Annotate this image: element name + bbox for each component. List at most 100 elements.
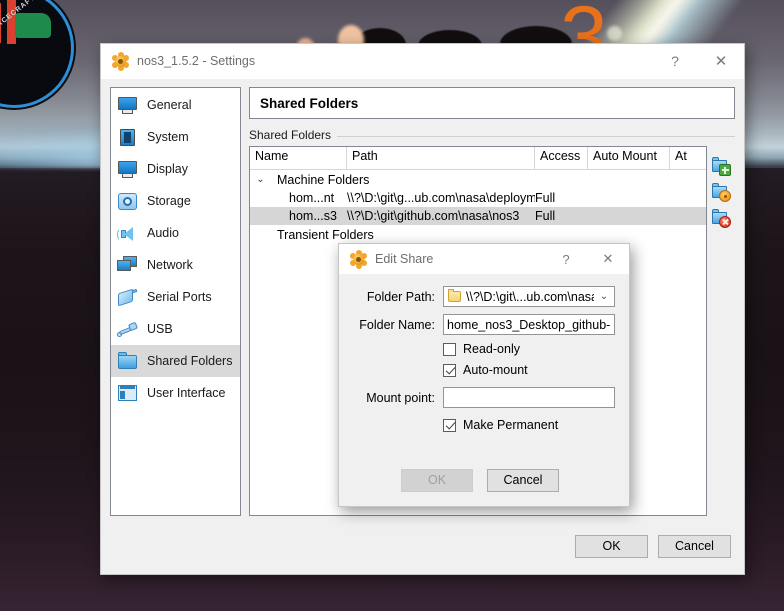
table-header-row: Name Path Access Auto Mount At xyxy=(250,147,706,170)
remove-badge-icon xyxy=(719,216,731,228)
mount-point-input[interactable] xyxy=(443,387,615,408)
display-icon xyxy=(117,160,138,179)
folder-icon xyxy=(117,351,138,371)
folder-name-row: Folder Name: xyxy=(353,314,615,335)
folder-path-value: \\?\D:\git\...ub.com\nasa\nos3 xyxy=(466,289,594,304)
sidebar-item-display[interactable]: Display xyxy=(111,153,240,185)
settings-titlebar[interactable]: nos3_1.5.2 - Settings ? ✕ xyxy=(101,44,744,79)
read-only-label: Read-only xyxy=(463,342,520,356)
edit-share-ok-button[interactable]: OK xyxy=(401,468,473,492)
sidebar-item-label: Shared Folders xyxy=(147,354,233,368)
auto-mount-row: Auto-mount xyxy=(353,363,615,377)
folder-name-label: Folder Name: xyxy=(359,317,435,332)
sidebar-item-label: Serial Ports xyxy=(147,290,212,304)
settings-footer: OK Cancel xyxy=(101,516,744,576)
settings-sidebar: General System Display Storage Audio Net… xyxy=(110,87,241,516)
make-permanent-checkbox[interactable] xyxy=(443,418,456,432)
table-group-label: Machine Folders xyxy=(277,172,370,187)
page-header: Shared Folders xyxy=(249,87,735,119)
yellow-folder-icon xyxy=(448,289,461,302)
edit-share-form: Folder Path: \\?\D:\git\...ub.com\nasa\n… xyxy=(339,274,629,432)
add-shared-folder-button[interactable] xyxy=(711,156,731,176)
settings-ok-button[interactable]: OK xyxy=(575,534,648,558)
remove-shared-folder-button[interactable] xyxy=(711,208,731,228)
edit-share-cancel-button[interactable]: Cancel xyxy=(487,468,559,492)
sidebar-item-label: USB xyxy=(147,322,173,336)
close-button[interactable]: ✕ xyxy=(587,244,629,274)
make-permanent-label: Make Permanent xyxy=(463,418,559,432)
dialog-title: Edit Share xyxy=(375,252,434,266)
cell-name: hom...s3 xyxy=(289,209,337,223)
sidebar-item-usb[interactable]: USB xyxy=(111,313,240,345)
sidebar-item-audio[interactable]: Audio xyxy=(111,217,240,249)
sidebar-item-serial-ports[interactable]: Serial Ports xyxy=(111,281,240,313)
gear-badge-icon xyxy=(719,190,731,202)
folder-path-row: Folder Path: \\?\D:\git\...ub.com\nasa\n… xyxy=(353,286,615,307)
plus-badge-icon xyxy=(719,164,731,176)
harddisk-icon xyxy=(117,192,138,211)
usb-icon xyxy=(117,320,139,339)
groupbox-label: Shared Folders xyxy=(249,128,338,142)
table-group-transient-folders[interactable]: Transient Folders xyxy=(250,225,706,244)
column-header-auto-mount[interactable]: Auto Mount xyxy=(588,147,670,169)
window-title: nos3_1.5.2 - Settings xyxy=(137,54,256,68)
table-group-label: Transient Folders xyxy=(277,227,374,242)
window-icon xyxy=(117,384,138,403)
sidebar-item-shared-folders[interactable]: Shared Folders xyxy=(111,345,240,377)
column-header-name[interactable]: Name xyxy=(250,147,347,169)
sidebar-item-label: Storage xyxy=(147,194,191,208)
auto-mount-checkbox[interactable] xyxy=(443,363,456,377)
sidebar-item-label: System xyxy=(147,130,189,144)
settings-cancel-button[interactable]: Cancel xyxy=(658,534,731,558)
sidebar-item-user-interface[interactable]: User Interface xyxy=(111,377,240,409)
read-only-row: Read-only xyxy=(353,342,615,356)
folder-path-combobox[interactable]: \\?\D:\git\...ub.com\nasa\nos3 ⌄ xyxy=(443,286,615,307)
cell-name: hom...nt xyxy=(289,191,335,205)
edit-share-dialog: Edit Share ? ✕ Folder Path: \\?\D:\git\.… xyxy=(338,243,630,507)
sidebar-item-general[interactable]: General xyxy=(111,89,240,121)
table-group-machine-folders[interactable]: ⌄ Machine Folders xyxy=(250,170,706,189)
chevron-down-icon[interactable]: ⌄ xyxy=(594,291,614,302)
table-row[interactable]: hom...nt \\?\D:\git\g...ub.com\nasa\depl… xyxy=(250,189,706,207)
cell-path: \\?\D:\git\g...ub.com\nasa\deployment xyxy=(347,191,535,205)
network-icon xyxy=(117,255,138,275)
close-button[interactable]: ✕ xyxy=(698,44,744,78)
cpu-icon xyxy=(117,128,138,147)
auto-mount-label: Auto-mount xyxy=(463,363,528,377)
column-header-access[interactable]: Access xyxy=(535,147,588,169)
mount-point-row: Mount point: xyxy=(353,387,615,408)
cell-access: Full xyxy=(535,191,556,205)
sidebar-item-label: Audio xyxy=(147,226,179,240)
monitor-icon xyxy=(117,96,138,115)
speaker-icon xyxy=(117,224,138,243)
make-permanent-row: Make Permanent xyxy=(353,418,615,432)
read-only-checkbox[interactable] xyxy=(443,342,456,356)
folder-path-label: Folder Path: xyxy=(366,289,435,304)
table-row[interactable]: hom...s3 \\?\D:\git\github.com\nasa\nos3… xyxy=(250,207,706,225)
chevron-down-icon[interactable]: ⌄ xyxy=(250,174,269,185)
serial-port-icon xyxy=(117,288,138,307)
edit-share-titlebar[interactable]: Edit Share ? ✕ xyxy=(339,244,629,274)
sidebar-item-label: General xyxy=(147,98,192,112)
folder-name-input[interactable] xyxy=(443,314,615,335)
virtualbox-icon xyxy=(350,249,367,269)
mission-patch-icon: FIRST SPACECRAFT xyxy=(0,0,74,108)
cell-access: Full xyxy=(535,209,556,223)
edit-share-footer: OK Cancel xyxy=(339,454,629,506)
sidebar-item-network[interactable]: Network xyxy=(111,249,240,281)
sidebar-item-system[interactable]: System xyxy=(111,121,240,153)
help-button[interactable]: ? xyxy=(652,44,698,78)
sidebar-item-label: Display xyxy=(147,162,188,176)
column-header-at[interactable]: At xyxy=(670,147,706,169)
sidebar-item-storage[interactable]: Storage xyxy=(111,185,240,217)
edit-shared-folder-button[interactable] xyxy=(711,182,731,202)
cell-path: \\?\D:\git\github.com\nasa\nos3 xyxy=(347,209,520,223)
virtualbox-icon xyxy=(112,51,129,71)
help-button[interactable]: ? xyxy=(545,244,587,274)
mount-point-label: Mount point: xyxy=(366,390,435,405)
column-header-path[interactable]: Path xyxy=(347,147,535,169)
sidebar-item-label: Network xyxy=(147,258,193,272)
sidebar-item-label: User Interface xyxy=(147,386,226,400)
shared-folders-toolbar xyxy=(707,146,735,516)
page-title: Shared Folders xyxy=(260,95,359,111)
